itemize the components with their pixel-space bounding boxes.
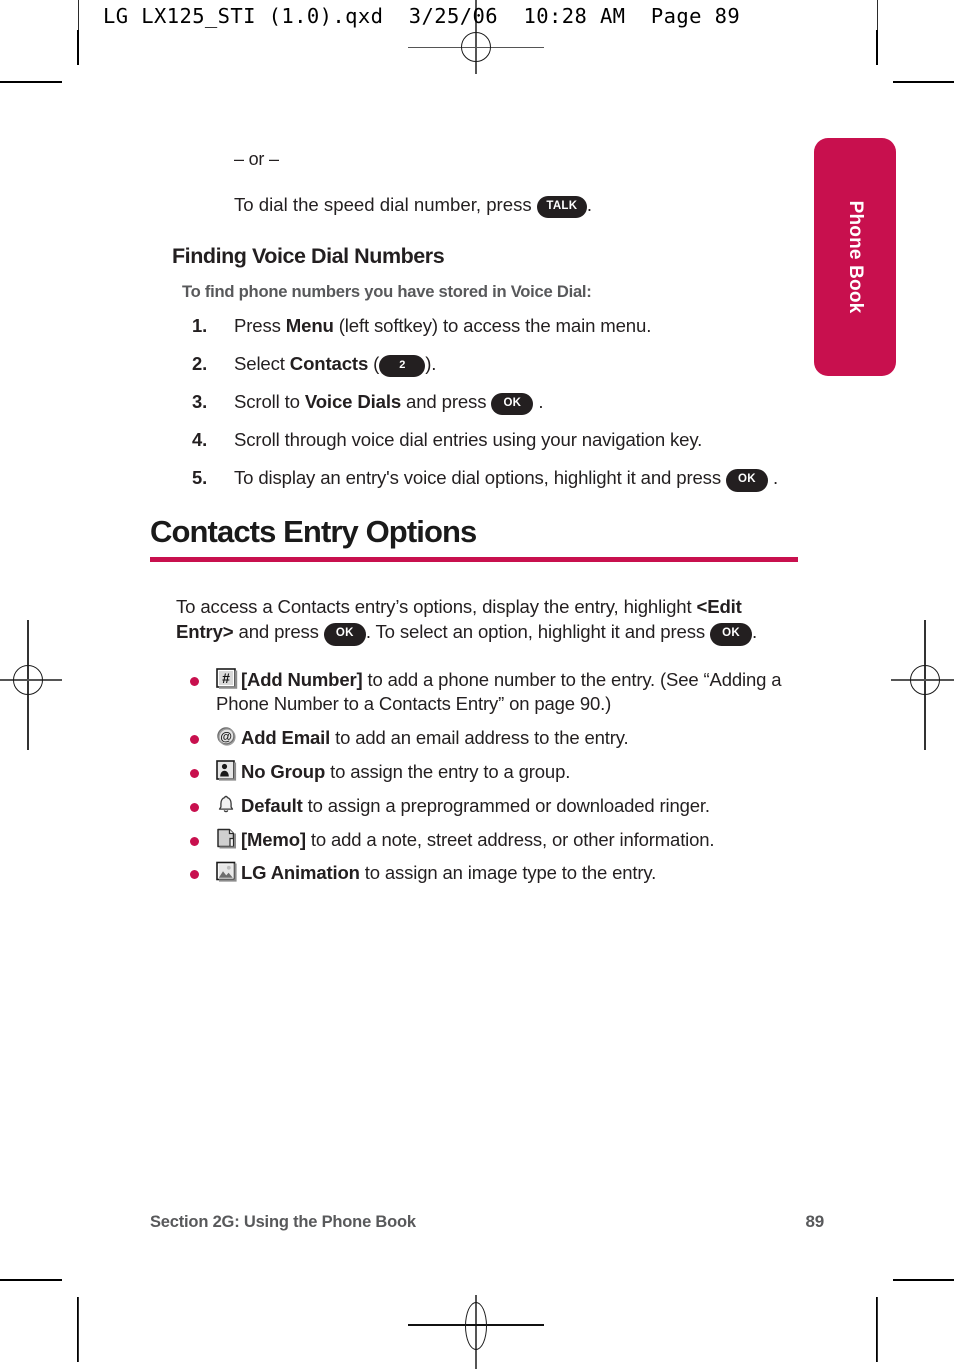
ok-key-icon: OK	[491, 392, 534, 416]
intro-text-2: and press	[233, 621, 324, 643]
bullet-dot-icon	[190, 769, 199, 778]
step-text: Scroll to Voice Dials and press OK .	[234, 390, 544, 416]
step-item: 5. To display an entry's voice dial opti…	[192, 466, 800, 492]
option-text: to assign a preprogrammed or downloaded …	[302, 794, 710, 816]
side-tab-phone-book: Phone Book	[814, 138, 896, 376]
list-item: No Group to assign the entry to a group.	[188, 760, 800, 785]
number-2-key-icon: 2	[379, 354, 426, 377]
step-text: Select Contacts (2).	[234, 352, 436, 377]
option-label: [Memo]	[241, 828, 306, 850]
speed-dial-text-before: To dial the speed dial number, press	[234, 193, 532, 215]
list-item: LG Animation to assign an image type to …	[188, 861, 800, 886]
step-number: 3.	[192, 390, 208, 412]
speed-dial-instruction: To dial the speed dial number, press TAL…	[234, 193, 800, 219]
list-item: Default to assign a preprogrammed or dow…	[188, 794, 800, 819]
intro-paragraph: To access a Contacts entry’s options, di…	[176, 594, 776, 646]
numbered-steps-list: 1. Press Menu (left softkey) to access t…	[192, 314, 800, 492]
crop-mark-bottom-right-horizontal	[893, 1279, 954, 1281]
page-content: – or – To dial the speed dial number, pr…	[150, 148, 800, 895]
group-person-icon	[216, 760, 238, 782]
side-tab-label: Phone Book	[845, 200, 866, 314]
list-item: # [Add Number] to add a phone number to …	[188, 667, 800, 718]
step-item: 4. Scroll through voice dial entries usi…	[192, 428, 800, 453]
bullet-dot-icon	[190, 870, 199, 880]
step-text: Press Menu (left softkey) to access the …	[234, 315, 652, 337]
step-bold-menu: Menu	[285, 315, 334, 337]
option-text: to assign an image type to the entry.	[359, 862, 657, 884]
option-label: Add Email	[241, 727, 331, 749]
ok-key-icon: OK	[710, 623, 753, 646]
page-title: Contacts Entry Options	[150, 513, 477, 549]
option-text: to assign the entry to a group.	[325, 761, 571, 782]
step-text: Scroll through voice dial entries using …	[234, 429, 703, 451]
list-item: [Memo] to add a note, street address, or…	[188, 828, 800, 853]
sub-heading-to-find-numbers: To find phone numbers you have stored in…	[182, 282, 592, 302]
crop-mark-top-right-vertical	[876, 30, 878, 65]
at-email-icon: @	[216, 726, 238, 748]
intro-text-1: To access a Contacts entry’s options, di…	[176, 595, 697, 617]
intro-text-4: .	[752, 621, 758, 643]
step-item: 1. Press Menu (left softkey) to access t…	[192, 314, 800, 339]
intro-text-3: . To select an option, highlight it and …	[365, 621, 711, 643]
crop-mark-top-left-horizontal	[0, 81, 62, 83]
step-number: 5.	[192, 467, 208, 489]
trim-guide-right-top	[877, 0, 878, 30]
step-bold-contacts: Contacts	[289, 352, 369, 374]
bullet-dot-icon	[190, 676, 199, 686]
step-item: 2. Select Contacts (2).	[192, 352, 800, 377]
section-heading-finding-voice-dial: Finding Voice Dial Numbers	[172, 244, 445, 269]
title-accent-rule	[150, 556, 798, 562]
picture-animation-icon	[216, 861, 238, 883]
option-text: to add an email address to the entry.	[330, 727, 629, 749]
svg-text:@: @	[220, 730, 232, 744]
ok-key-icon: OK	[323, 623, 366, 646]
option-label: LG Animation	[241, 862, 360, 884]
crop-mark-top-right-horizontal	[893, 81, 954, 83]
hash-key-icon: #	[216, 667, 238, 690]
option-label: No Group	[241, 761, 326, 782]
bullet-dot-icon	[190, 735, 199, 745]
option-label: Default	[241, 794, 303, 816]
step-bold-voice-dials: Voice Dials	[304, 390, 402, 412]
trim-guide-left-top	[78, 0, 79, 30]
print-slug-line: LG LX125_STI (1.0).qxd 3/25/06 10:28 AM …	[103, 4, 741, 28]
step-number: 2.	[192, 352, 208, 374]
bullet-dot-icon	[190, 836, 199, 846]
step-number: 4.	[192, 429, 208, 451]
trim-guide-left-bottom	[78, 1297, 79, 1362]
crop-mark-bottom-left-horizontal	[0, 1279, 62, 1281]
list-item: @ Add Email to add an email address to t…	[188, 726, 800, 751]
option-text: to add a note, street address, or other …	[305, 828, 715, 850]
talk-key-icon: TALK	[536, 195, 587, 219]
svg-text:#: #	[222, 670, 230, 686]
step-text: To display an entry's voice dial options…	[234, 467, 778, 492]
trim-guide-right-bottom	[877, 1297, 878, 1362]
page-footer: Section 2G: Using the Phone Book 89	[150, 1212, 824, 1232]
step-item: 3. Scroll to Voice Dials and press OK .	[192, 390, 800, 416]
step-number: 1.	[192, 315, 208, 337]
ok-key-icon: OK	[725, 469, 768, 492]
bullet-dot-icon	[190, 802, 199, 812]
option-label: [Add Number]	[241, 668, 363, 690]
bell-ringer-icon	[216, 794, 238, 816]
memo-note-icon	[216, 828, 238, 850]
footer-page-number: 89	[805, 1212, 824, 1231]
or-separator: – or –	[234, 149, 279, 169]
options-bullet-list: # [Add Number] to add a phone number to …	[188, 667, 800, 886]
footer-section-label: Section 2G: Using the Phone Book	[150, 1213, 416, 1231]
crop-mark-top-left-vertical	[77, 30, 79, 65]
speed-dial-text-after: .	[586, 193, 593, 215]
